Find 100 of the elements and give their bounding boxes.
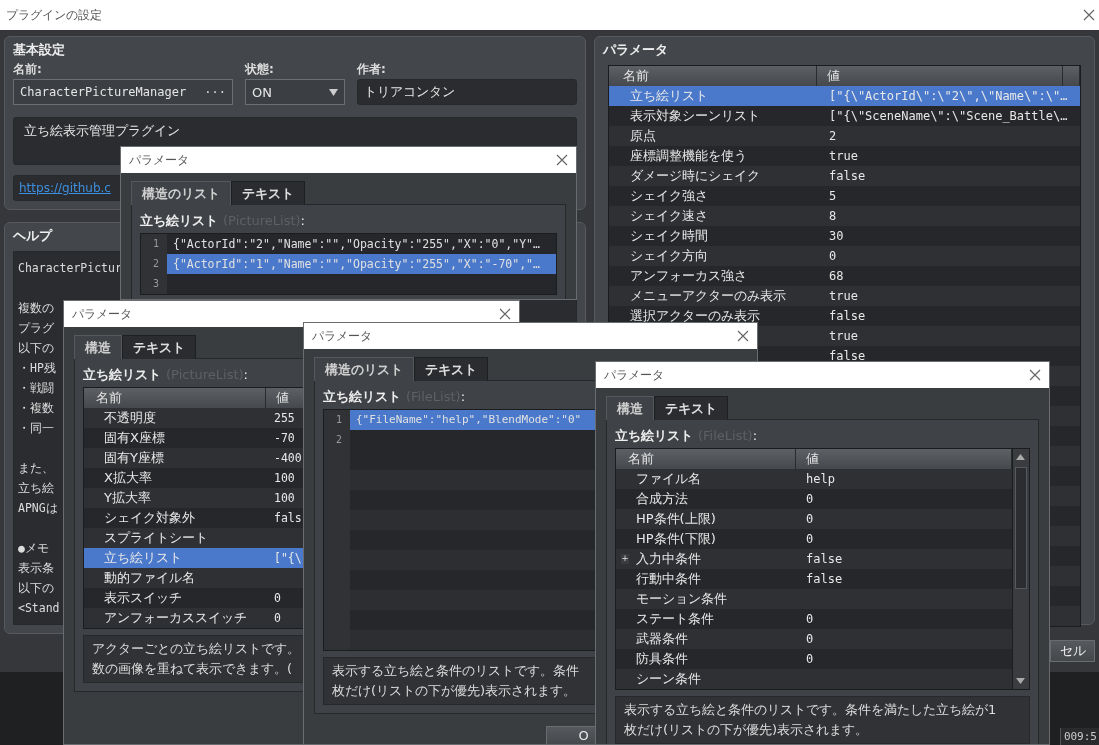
field-label: 状態: <box>245 61 275 77</box>
table-row[interactable]: モーション条件 <box>616 589 1012 609</box>
scrollbar-thumb[interactable] <box>1015 467 1027 589</box>
close-icon[interactable] <box>556 154 568 166</box>
help-text: CharacterPictur <box>18 260 122 277</box>
name-cell-text: 原点 <box>629 127 657 145</box>
line-number: 1 <box>141 234 167 254</box>
name-cell-text: 座標調整機能を使う <box>629 147 748 165</box>
value-cell-text: 68 <box>828 269 844 283</box>
close-icon[interactable] <box>1029 369 1041 381</box>
cancel-button[interactable]: セル <box>1050 640 1095 662</box>
table-row[interactable]: + 入力中条件 false <box>616 549 1012 569</box>
tab[interactable]: テキスト <box>231 181 305 205</box>
name-cell-text: 表示スイッチ <box>103 589 183 607</box>
status-dropdown[interactable]: ON <box>245 79 345 105</box>
value-cell-text: -70 <box>273 431 295 445</box>
description-text: 表示する立ち絵と条件のリストです。条件を満たした立ち絵が1 <box>624 701 997 719</box>
name-cell-text: 合成方法 <box>635 490 689 508</box>
name-cell-text: 固有Y座標 <box>103 449 165 467</box>
expand-toggle[interactable]: + <box>621 554 629 564</box>
help-text: 複数の <box>18 300 54 317</box>
value-cell-text: 0 <box>828 249 837 263</box>
value-cell-text: 5 <box>828 189 837 203</box>
name-cell-text: 不透明度 <box>103 409 157 427</box>
section-heading: 基本設定 <box>13 41 65 59</box>
name-cell-text: X拡大率 <box>103 469 153 487</box>
table-row[interactable]: ダメージ時にシェイク false <box>609 166 1080 186</box>
scrollbar[interactable] <box>1012 449 1029 689</box>
name-cell-text: メニューアクターのみ表示 <box>629 287 787 305</box>
tab[interactable]: テキスト <box>654 396 728 420</box>
field-label: 作者: <box>357 61 387 77</box>
value-cell-text: 0 <box>805 632 814 646</box>
name-cell-text: シーン条件 <box>635 670 702 688</box>
line-text: {"ActorId":"2","Name":"","Opacity":"255","X":"0","Y"… <box>172 236 541 253</box>
table-row[interactable]: 武器条件 0 <box>616 629 1012 649</box>
tab[interactable]: 構造 <box>74 335 122 359</box>
name-cell-text: スプライトシート <box>103 529 209 547</box>
name-cell-text: 表示対象シーンリスト <box>629 107 761 125</box>
label-separator: : <box>752 428 757 444</box>
tab[interactable]: 構造のリスト <box>314 357 414 381</box>
tab[interactable]: 構造 <box>606 396 654 420</box>
dialog-title: パラメータ <box>312 327 372 345</box>
table-row[interactable]: シーン条件 <box>616 669 1012 689</box>
value-cell-text: ["{\"ActorId\":\"2\",\"Name\":\"… <box>828 89 1068 103</box>
help-text: APNGは <box>18 500 58 517</box>
help-text: 以下の <box>18 580 54 597</box>
label-separator: : <box>300 213 305 229</box>
value-cell-text: 0 <box>273 611 281 625</box>
help-text: ・戦闘 <box>18 380 54 397</box>
tab[interactable]: テキスト <box>414 357 488 381</box>
value-cell-text: true <box>828 149 858 163</box>
value-cell-text: 0 <box>805 612 814 626</box>
name-cell-text: モーション条件 <box>635 590 728 608</box>
close-icon[interactable] <box>737 330 749 342</box>
table-row[interactable]: メニューアクターのみ表示 true <box>609 286 1080 306</box>
value-cell-text: 8 <box>828 209 837 223</box>
table-row[interactable]: シェイク速さ 8 <box>609 206 1080 226</box>
url-link[interactable]: https://github.c <box>19 181 111 195</box>
value-cell-text: false <box>828 309 866 323</box>
description-text: アクターごとの立ち絵リストです。 <box>92 640 300 658</box>
caret-icon <box>329 88 338 96</box>
value-cell-text: 30 <box>828 229 844 243</box>
help-text: 立ち絵 <box>18 480 54 497</box>
tab[interactable]: 構造のリスト <box>131 181 231 205</box>
table-row[interactable]: 原点 2 <box>609 126 1080 146</box>
value-cell-text: true <box>828 329 858 343</box>
line-text: {"ActorId":"1","Name":"","Opacity":"255","X":"-70","… <box>167 254 556 274</box>
name-cell-text: Y拡大率 <box>103 489 152 507</box>
table-row[interactable]: シェイク方向 0 <box>609 246 1080 266</box>
line-number: 1 <box>324 410 350 430</box>
name-cell-text: シェイク速さ <box>629 207 709 225</box>
author-field[interactable]: トリアコンタン <box>357 79 577 105</box>
name-field[interactable]: CharacterPictureManager ··· <box>13 79 233 105</box>
name-cell-text: 選択アクターのみ表示 <box>629 307 761 325</box>
line-number[interactable]: 2 <box>324 430 350 450</box>
close-icon[interactable] <box>1083 9 1095 21</box>
name-cell-text: シェイク時間 <box>629 227 709 245</box>
help-text: プラグ <box>18 320 54 337</box>
table-row[interactable]: 立ち絵リスト ["{\"ActorId\":\"2\",\"Name\":\"… <box>609 86 1080 106</box>
line-number: 2 <box>141 254 167 274</box>
field-label: 立ち絵リスト <box>615 428 693 444</box>
help-text: ・同一 <box>18 420 54 437</box>
browse-button[interactable]: ··· <box>204 85 226 99</box>
value-cell-text: 0 <box>805 512 814 526</box>
value-cell-text: 255 <box>273 411 295 425</box>
name-cell-text: アンフォーカススイッチ <box>103 609 248 627</box>
name-cell-text: 固有X座標 <box>103 429 166 447</box>
help-text: 以下の <box>18 340 54 357</box>
value-cell-text: 2 <box>828 129 837 143</box>
dialog-title: パラメータ <box>72 305 132 323</box>
close-icon[interactable] <box>499 308 511 320</box>
table-row[interactable]: HP条件(上限) 0 <box>616 509 1012 529</box>
line-number[interactable]: 3 <box>141 274 167 294</box>
name-cell-text: HP条件(上限) <box>635 510 717 528</box>
tab[interactable]: テキスト <box>122 335 196 359</box>
name-cell-text: シェイク強さ <box>629 187 709 205</box>
table-row[interactable]: ファイル名 help <box>616 469 1012 489</box>
field-label: 立ち絵リスト <box>323 389 401 405</box>
field-label: 立ち絵リスト <box>83 367 161 383</box>
value-cell-text: ["{\ <box>273 551 302 565</box>
